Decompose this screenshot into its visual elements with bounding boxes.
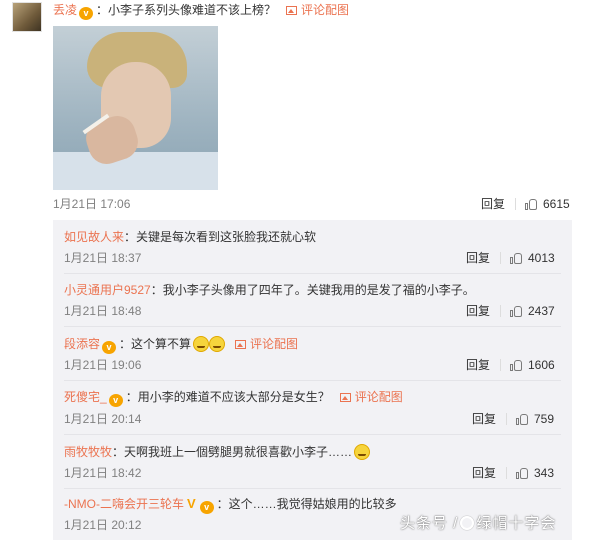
reply-separator [64,326,561,327]
like-button[interactable]: 6615 [525,197,570,211]
photo-shirt [53,152,218,190]
like-button[interactable]: 4013 [510,251,555,265]
divider [500,305,501,317]
reply-separator [64,488,561,489]
reply-line: -NMO-二嗨会开三轮车 Vv ：这个……我觉得姑娘用的比较多 [64,496,397,514]
reply-line: 段添容 v ：这个算不算 评论配图 [64,336,298,354]
reply-text: ：关键是每次看到这张脸我还就心软 [124,230,317,244]
thumbs-up-icon [510,252,522,264]
like-button[interactable]: 1606 [510,358,555,372]
vip-badge-icon: v [199,501,214,514]
divider [506,413,507,425]
thumbs-up-icon [516,413,528,425]
verified-badge-icon: V [187,496,196,511]
comment-pic-link[interactable]: 评论配图 [286,3,349,17]
reply-button[interactable]: 回复 [472,466,496,480]
like-button[interactable]: 2437 [510,304,555,318]
reply-time: 1月21日 19:06 [64,358,142,372]
divider [500,252,501,264]
divider [506,467,507,479]
watermark-logo-icon [460,516,475,530]
comment-pic-link[interactable]: 评论配图 [339,390,403,404]
reply-button[interactable]: 回复 [466,358,490,372]
watermark-prefix: 头条号 / [400,515,459,532]
reply-username[interactable]: 雨牧牧牧 [64,445,112,459]
comment-pic-link[interactable]: 评论配图 [235,337,298,351]
comment-pic-label: 评论配图 [354,390,403,404]
reply-text: ：用小李的难道不应该大部分是女生？ [125,390,330,404]
main-comment-username[interactable]: 丢凌 [53,3,77,17]
reply-button[interactable]: 回复 [481,197,505,211]
thumbs-up-icon [516,467,528,479]
like-count: 4013 [528,251,555,265]
thumbs-up-icon [525,198,537,210]
comment-pic-label: 评论配图 [250,337,299,351]
comment-pic-label: 评论配图 [301,3,350,17]
divider [515,198,516,210]
reply-separator [64,434,561,435]
like-button[interactable]: 759 [516,412,554,426]
like-count: 2437 [528,304,555,318]
reply-time: 1月21日 20:12 [64,518,142,532]
laugh-cry-emoji-icon [209,336,226,352]
main-comment-line: 丢凌 v ：小李子系列头像难道不该上榜？ 评论配图 [53,3,349,20]
like-count: 759 [534,412,555,426]
image-icon [339,393,351,402]
reply-line: 雨牧牧牧：天啊我班上一個劈腿男就很喜歡小李子…… [64,444,371,460]
vip-badge-icon: v [102,341,117,354]
reply-time: 1月21日 18:37 [64,251,142,265]
reply-line: 死傻宅_ v ：用小李的难道不应该大部分是女生？ 评论配图 [64,390,403,407]
thumbs-up-icon [510,305,522,317]
divider [500,359,501,371]
laugh-cry-emoji-icon [193,336,210,352]
reply-text: ：这个……我觉得姑娘用的比较多 [216,497,397,511]
user-avatar[interactable] [12,2,42,32]
reply-time: 1月21日 18:48 [64,304,142,318]
reply-username[interactable]: 段添容 [64,337,100,351]
reply-username[interactable]: 如见故人来 [64,230,124,244]
reply-time: 1月21日 18:42 [64,466,142,480]
reply-username[interactable]: -NMO-二嗨会开三轮车 [64,497,184,511]
reply-separator [64,273,561,274]
thumbs-up-icon [510,359,522,371]
reply-line: 小灵通用户9527：我小李子头像用了四年了。关键我用的是发了福的小李子。 [64,283,475,297]
reply-text: ：我小李子头像用了四年了。关键我用的是发了福的小李子。 [150,283,475,297]
reply-button[interactable]: 回复 [466,251,490,265]
smile-emoji-icon [354,444,371,460]
main-comment-text: ：小李子系列头像难道不该上榜？ [96,3,277,17]
reply-text: ：天啊我班上一個劈腿男就很喜歡小李子…… [112,445,353,459]
watermark: 头条号 / 绿帽十字会 [400,512,556,533]
reply-button[interactable]: 回复 [466,304,490,318]
reply-username[interactable]: 死傻宅_ [64,390,107,404]
reply-time: 1月21日 20:14 [64,412,142,426]
like-count: 6615 [543,197,570,211]
reply-button[interactable]: 回复 [472,412,496,426]
image-icon [235,340,247,349]
reply-text: ：这个算不算 [119,337,192,351]
like-button[interactable]: 343 [516,466,554,480]
like-count: 343 [534,466,555,480]
vip-badge-icon: v [108,394,123,407]
image-icon [286,6,298,15]
reply-line: 如见故人来：关键是每次看到这张脸我还就心软 [64,230,316,244]
main-comment-time: 1月21日 17:06 [53,197,131,211]
watermark-name: 绿帽十字会 [476,515,557,532]
reply-separator [64,380,561,381]
comment-image[interactable] [53,26,218,190]
vip-badge-icon: v [79,7,94,20]
reply-username[interactable]: 小灵通用户9527 [64,283,151,297]
like-count: 1606 [528,358,555,372]
